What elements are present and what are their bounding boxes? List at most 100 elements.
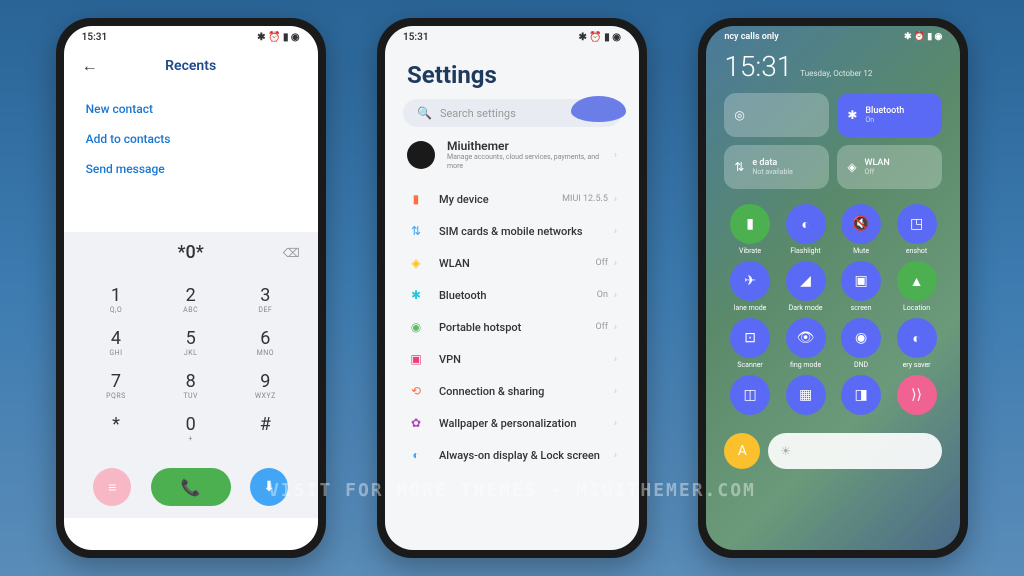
keypad-key-8[interactable]: 8TUV <box>153 364 228 407</box>
tile-label: ery saver <box>903 361 931 369</box>
search-icon: 🔍 <box>417 106 432 120</box>
setting-item[interactable]: ▣VPN› <box>407 343 617 375</box>
tile-icon: ✱ <box>847 108 857 122</box>
chevron-right-icon: › <box>614 386 617 397</box>
brightness-slider[interactable]: ☀ <box>768 433 942 469</box>
clock: 15:31 <box>724 50 792 83</box>
keypad-key-6[interactable]: 6MNO <box>228 321 303 364</box>
qs-header: 15:31 Tuesday, October 12 <box>706 46 960 83</box>
qs-tile-small[interactable]: ▲Location <box>891 261 943 312</box>
settings-list: ▮ My deviceMIUI 12.5.5 › ⇅SIM cards & mobil… <box>385 183 639 471</box>
qs-tile-small[interactable]: ▦ <box>780 375 832 418</box>
setting-item[interactable]: ◐Always-on display & Lock screen› <box>407 439 617 471</box>
back-icon[interactable]: ← <box>82 56 98 76</box>
keypad-key-#[interactable]: # <box>228 407 303 450</box>
tile-label: Dark mode <box>789 304 823 312</box>
setting-item[interactable]: ◈WLANOff› <box>407 247 617 279</box>
setting-label: Wallpaper & personalization <box>439 417 608 430</box>
qs-tile-small[interactable]: ⊡Scanner <box>724 318 776 369</box>
tile-label: Mute <box>853 247 869 255</box>
chevron-right-icon: › <box>614 150 617 161</box>
setting-label: My device <box>439 193 562 206</box>
keypad-key-*[interactable]: * <box>79 407 154 450</box>
keypad-key-4[interactable]: 4GHI <box>79 321 154 364</box>
keypad-key-1[interactable]: 1Q,O <box>79 278 154 321</box>
setting-icon: ▣ <box>407 352 425 366</box>
brightness-row: A ☀ <box>706 423 960 479</box>
qs-tile-small[interactable]: ◢Dark mode <box>780 261 832 312</box>
setting-item[interactable]: ◉Portable hotspotOff› <box>407 311 617 343</box>
qs-tile-large[interactable]: ◎ <box>724 93 829 137</box>
qs-tile-small[interactable]: ◫ <box>724 375 776 418</box>
expand-button[interactable]: ⬇ <box>250 468 288 506</box>
search-input[interactable]: 🔍 Search settings <box>403 99 621 127</box>
tile-label: screen <box>851 304 872 312</box>
setting-label: Portable hotspot <box>439 321 596 334</box>
setting-value: MIUI 12.5.5 <box>562 194 608 204</box>
auto-brightness-button[interactable]: A <box>724 433 760 469</box>
keypad-key-7[interactable]: 7PQRS <box>79 364 154 407</box>
setting-label: Connection & sharing <box>439 385 608 398</box>
setting-item[interactable]: ✱BluetoothOn› <box>407 279 617 311</box>
status-bar: 15:31 ✱ ⏰ ▮ ◉ <box>385 26 639 46</box>
page-title: Recents <box>98 58 284 74</box>
qs-tile-small[interactable]: ◉DND <box>835 318 887 369</box>
tile-icon: ◈ <box>847 160 856 174</box>
setting-value: Off <box>596 322 608 332</box>
keypad-key-9[interactable]: 9WXYZ <box>228 364 303 407</box>
chevron-right-icon: › <box>614 290 617 301</box>
qs-tile-small[interactable]: ✈lane mode <box>724 261 776 312</box>
status-bar: ncy calls only ✱ ⏰ ▮ ◉ <box>706 26 960 46</box>
keypad-key-2[interactable]: 2ABC <box>153 278 228 321</box>
qs-tile-small[interactable]: ⟩⟩ <box>891 375 943 418</box>
setting-item[interactable]: ⇅SIM cards & mobile networks› <box>407 215 617 247</box>
setting-icon: ⟲ <box>407 384 425 398</box>
small-tiles: ▮Vibrate◐Flashlight🔇Mute◳enshot ✈lane mod… <box>706 199 960 423</box>
backspace-icon[interactable]: ⌫ <box>283 246 300 260</box>
tile-icon: ◨ <box>841 375 881 415</box>
more-button[interactable]: ≡ <box>93 468 131 506</box>
chevron-right-icon: › <box>614 258 617 269</box>
qs-tile-small[interactable]: ◐Flashlight <box>780 204 832 255</box>
setting-item[interactable]: ▮My deviceMIUI 12.5.5› <box>407 183 617 215</box>
qs-tile-small[interactable]: 🔇Mute <box>835 204 887 255</box>
chevron-right-icon: › <box>614 418 617 429</box>
qs-tile-small[interactable]: 👁fing mode <box>780 318 832 369</box>
keypad-key-0[interactable]: 0+ <box>153 407 228 450</box>
tile-subtitle: Not available <box>752 168 819 176</box>
tile-icon: ⇅ <box>734 160 744 174</box>
qs-tile-large[interactable]: ✱BluetoothOn <box>837 93 942 137</box>
qs-tile-large[interactable]: ◈WLANOff <box>837 145 942 189</box>
new-contact-link[interactable]: New contact <box>86 94 296 124</box>
status-indicators: ✱ ⏰ ▮ ◉ <box>578 32 621 43</box>
send-message-link[interactable]: Send message <box>86 154 296 184</box>
qs-tile-small[interactable]: ◨ <box>835 375 887 418</box>
account-row[interactable]: Miuithemer Manage accounts, cloud servic… <box>385 127 639 183</box>
keypad-key-3[interactable]: 3DEF <box>228 278 303 321</box>
qs-tile-small[interactable]: ▣ screen <box>835 261 887 312</box>
tile-icon: ▣ <box>841 261 881 301</box>
tile-icon: ▮ <box>730 204 770 244</box>
call-button[interactable]: 📞 <box>151 468 231 506</box>
tile-icon: 👁 <box>786 318 826 358</box>
status-indicators: ✱ ⏰ ▮ ◉ <box>257 32 300 43</box>
tile-icon: ◐ <box>786 204 826 244</box>
setting-icon: ▮ <box>407 192 425 206</box>
setting-icon: ◈ <box>407 256 425 270</box>
qs-tile-large[interactable]: ⇅e dataNot available <box>724 145 829 189</box>
qs-tile-small[interactable]: ◐ery saver <box>891 318 943 369</box>
setting-label: SIM cards & mobile networks <box>439 225 608 238</box>
setting-value: Off <box>596 258 608 268</box>
tile-label: Location <box>903 304 930 312</box>
qs-tile-small[interactable]: ▮Vibrate <box>724 204 776 255</box>
setting-item[interactable]: ⟲ Connection & sharing › <box>407 375 617 407</box>
keypad-key-5[interactable]: 5JKL <box>153 321 228 364</box>
qs-tile-small[interactable]: ◳enshot <box>891 204 943 255</box>
setting-label: VPN <box>439 353 608 366</box>
dial-input: *0* ⌫ <box>64 232 318 273</box>
status-bar: 15:31 ✱ ⏰ ▮ ◉ <box>64 26 318 46</box>
tile-icon: ◳ <box>897 204 937 244</box>
add-to-contacts-link[interactable]: Add to contacts <box>86 124 296 154</box>
date: Tuesday, October 12 <box>800 69 872 78</box>
setting-item[interactable]: ✿Wallpaper & personalization› <box>407 407 617 439</box>
